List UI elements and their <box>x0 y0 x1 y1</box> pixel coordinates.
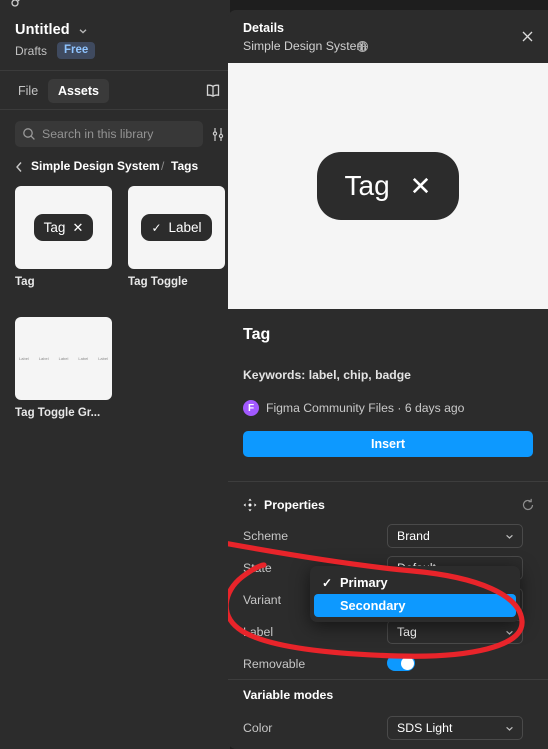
avatar: F <box>243 400 259 416</box>
search-input[interactable]: Search in this library <box>15 121 203 147</box>
dropdown-item-label: Primary <box>340 575 388 590</box>
author-and-date: Figma Community Files · 6 days ago <box>266 401 465 415</box>
book-icon[interactable] <box>204 82 222 100</box>
breadcrumb-separator: / <box>161 159 165 173</box>
file-title-block: Untitled Drafts Free <box>0 12 230 70</box>
color-mode-select[interactable]: SDS Light <box>387 716 523 740</box>
tag-chip-label: Tag <box>43 220 66 235</box>
breadcrumb-root[interactable]: Simple Design System <box>31 159 160 173</box>
properties-title: Properties <box>264 498 325 512</box>
tag-preview-label: Tag <box>344 170 390 201</box>
label-select[interactable]: Tag <box>387 620 523 644</box>
check-icon: ✓ <box>151 220 162 235</box>
asset-item-tag-toggle-group[interactable]: Label Label Label Label Label Label Labe… <box>15 317 112 419</box>
insert-button[interactable]: Insert <box>243 431 533 457</box>
file-location[interactable]: Drafts <box>15 44 47 58</box>
chevron-down-icon <box>506 630 513 635</box>
asset-name: Tag Toggle Gr... <box>15 407 101 419</box>
asset-thumbnail[interactable]: ✓ Label <box>128 186 225 269</box>
chevron-down-icon <box>506 534 513 539</box>
sidebar-tabs: File Assets <box>0 71 230 110</box>
window-top-strip <box>0 0 230 12</box>
details-header: Details Simple Design System <box>228 10 548 63</box>
asset-item-tag-toggle[interactable]: ✓ Label Tag Toggle <box>128 186 225 288</box>
toggle-knob <box>400 656 414 670</box>
asset-name: Tag <box>15 276 35 288</box>
reset-icon[interactable] <box>521 498 535 512</box>
component-name: Tag <box>243 326 271 343</box>
breadcrumb-leaf[interactable]: Tags <box>171 159 198 173</box>
property-row-label: Label Tag <box>228 618 548 650</box>
globe-icon <box>357 41 368 52</box>
component-preview: Tag ✕ <box>228 63 548 309</box>
tab-assets[interactable]: Assets <box>48 79 109 103</box>
search-placeholder: Search in this library <box>42 127 154 141</box>
property-row-removable: Removable <box>228 650 548 682</box>
component-keywords: Keywords: label, chip, badge <box>243 368 411 382</box>
variable-modes-title: Variable modes <box>243 688 334 702</box>
variable-modes-header: Variable modes <box>228 680 548 712</box>
mini-chip: Label <box>78 356 89 361</box>
property-label: State <box>243 561 272 575</box>
property-row-scheme: Scheme Brand <box>228 522 548 554</box>
tag-chip-preview: Tag ✕ <box>33 214 94 241</box>
mini-chip: Label <box>38 356 49 361</box>
tag-preview-chip: Tag ✕ <box>316 152 460 220</box>
mini-chip: Label <box>58 356 69 361</box>
variant-dropdown-menu[interactable]: ✓ Primary Secondary <box>310 566 520 622</box>
dropdown-item-primary[interactable]: ✓ Primary <box>314 571 516 594</box>
library-search-row: Search in this library <box>0 110 230 156</box>
search-icon <box>23 128 35 140</box>
property-label: Label <box>243 625 274 639</box>
asset-item-tag[interactable]: Tag ✕ Tag <box>15 186 112 288</box>
select-value: Brand <box>397 529 430 543</box>
plan-badge[interactable]: Free <box>57 42 96 59</box>
properties-section-header: Properties <box>228 491 548 521</box>
tab-file[interactable]: File <box>8 79 48 103</box>
close-icon: ✕ <box>72 220 84 235</box>
dropdown-item-label: Secondary <box>340 598 406 613</box>
dropdown-item-secondary[interactable]: Secondary <box>314 594 516 617</box>
asset-thumbnail[interactable]: Tag ✕ <box>15 186 112 269</box>
mini-chip: Label <box>98 356 108 361</box>
property-row-color: Color SDS Light <box>228 714 548 746</box>
property-label: Color <box>243 721 273 735</box>
removable-toggle[interactable] <box>387 655 415 671</box>
component-property-icon <box>243 498 257 512</box>
select-value: SDS Light <box>397 721 453 735</box>
component-author-row: F Figma Community Files · 6 days ago <box>243 400 464 416</box>
property-label: Scheme <box>243 529 289 543</box>
file-title[interactable]: Untitled <box>15 22 70 38</box>
app-window: Untitled Drafts Free File Assets Search … <box>0 0 548 749</box>
close-icon[interactable] <box>520 29 535 44</box>
sliders-icon[interactable] <box>211 127 225 142</box>
chevron-left-icon[interactable] <box>13 160 25 174</box>
chevron-down-icon <box>506 726 513 731</box>
asset-name: Tag Toggle <box>128 276 188 288</box>
breadcrumb: Simple Design System / Tags <box>0 156 230 180</box>
details-title: Details <box>243 21 284 35</box>
details-divider-1 <box>228 481 548 482</box>
property-label: Removable <box>243 657 306 671</box>
tag-toggle-chip-preview: ✓ Label <box>141 214 212 241</box>
property-label: Variant <box>243 593 282 607</box>
chevron-down-icon[interactable] <box>77 25 89 37</box>
assets-sidebar: Untitled Drafts Free File Assets Search … <box>0 0 230 749</box>
figma-toolbar-icon[interactable] <box>10 0 26 10</box>
mini-chip: Label <box>19 356 29 361</box>
tag-toggle-chip-label: Label <box>168 220 202 235</box>
asset-thumbnail[interactable]: Label Label Label Label Label Label Labe… <box>15 317 112 400</box>
check-icon: ✓ <box>322 575 333 590</box>
details-panel: Details Simple Design System Tag ✕ Tag K… <box>228 10 548 749</box>
select-value: Tag <box>397 625 417 639</box>
close-icon: ✕ <box>409 171 432 201</box>
details-library-name: Simple Design System <box>243 39 367 53</box>
scheme-select[interactable]: Brand <box>387 524 523 548</box>
tag-toggle-group-preview: Label Label Label Label Label Label Labe… <box>15 354 112 363</box>
